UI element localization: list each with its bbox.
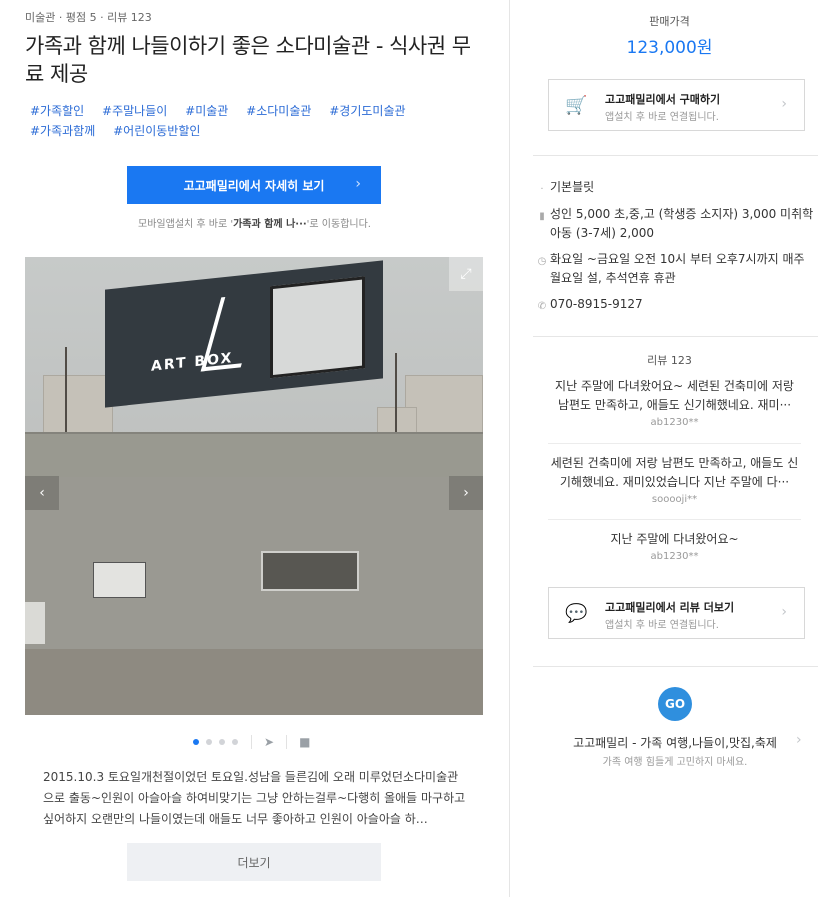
app-title[interactable]: 고고패밀리 - 가족 여행,나들이,맛집,축제 — [510, 734, 829, 751]
review-text: 세련된 건축미에 저랑 남편도 만족하고, 애들도 신기해했네요. 재미있었습니… — [550, 456, 799, 489]
review-text: 지난 주말에 다녀왔어요~ 세련된 건축미에 저랑 남편도 만족하고, 애들도 … — [555, 379, 794, 412]
sidebar: 판매가격 123,000원 🛒 고고패밀리에서 구매하기 앱설치 후 바로 연결… — [510, 0, 829, 897]
gallery-dot[interactable] — [206, 739, 212, 745]
view-details-label: 고고패밀리에서 자세히 보기 — [183, 178, 325, 193]
buy-button-subtitle: 앱설치 후 바로 연결됩니다. — [605, 112, 719, 123]
app-logo[interactable]: GO — [658, 687, 692, 721]
divider — [548, 519, 801, 520]
gallery-dot[interactable] — [232, 739, 238, 745]
gallery-dot[interactable] — [219, 739, 225, 745]
tag-link[interactable]: #가족과함께 — [30, 124, 95, 138]
more-reviews-subtitle: 앱설치 후 바로 연결됩니다. — [605, 620, 719, 631]
buy-button-title: 고고패밀리에서 구매하기 — [605, 93, 721, 106]
cta-note-title: 가족과 함께 나··· — [233, 219, 307, 230]
tag-link[interactable]: #주말나들이 — [102, 104, 167, 118]
next-arrow-icon[interactable]: › — [449, 476, 483, 510]
price-value: 123,000원 — [626, 38, 713, 58]
chevron-right-icon: › — [781, 604, 787, 620]
buy-button[interactable]: 🛒 고고패밀리에서 구매하기 앱설치 후 바로 연결됩니다. › — [548, 79, 805, 131]
info-item: ▮ 성인 5,000 초,중,고 (학생증 소지자) 3,000 미취학아동 (… — [536, 205, 816, 243]
chevron-right-icon[interactable]: › — [796, 732, 802, 748]
chevron-right-icon: › — [781, 96, 787, 112]
product-panel: 미술관 · 평점 5 · 리뷰 123 가족과 함께 나들이하기 좋은 소다미술… — [0, 0, 509, 897]
more-reviews-title: 고고패밀리에서 리뷰 더보기 — [605, 601, 735, 614]
chevron-right-icon: › — [355, 176, 361, 192]
review-user: ab1230** — [650, 551, 699, 562]
review-item[interactable]: 세련된 건축미에 저랑 남편도 만족하고, 애들도 신기해했네요. 재미있었습니… — [548, 454, 801, 505]
info-item: ✆ 070-8915-9127 — [536, 295, 816, 314]
tag-link[interactable]: #가족할인 — [30, 104, 84, 118]
divider — [533, 155, 818, 156]
review-item[interactable]: 지난 주말에 다녀왔어요~ ab1230** — [548, 530, 801, 562]
product-title: 가족과 함께 나들이하기 좋은 소다미술관 - 식사권 무료 제공 — [25, 34, 471, 86]
info-item: · 기본블릿 — [536, 178, 816, 197]
tag-link[interactable]: #어린이동반할인 — [113, 124, 200, 138]
prev-arrow-icon[interactable]: ‹ — [25, 476, 59, 510]
tag-link[interactable]: #경기도미술관 — [329, 104, 405, 118]
dot-icon: · — [540, 184, 544, 195]
info-item: ◷ 화요일 ~금요일 오전 10시 부터 오후7시까지 매주 월요일 설, 추석… — [537, 252, 805, 285]
clock-icon: ◷ — [537, 256, 547, 267]
tag-link[interactable]: #미술관 — [185, 104, 228, 118]
description-text: 2015.10.3 토요일개천절이었던 토요일.성남을 들른김에 오래 미루었던… — [43, 770, 466, 826]
cta-note: 모바일앱설치 후 바로 '가족과 함께 나···'로 이동합니다. — [138, 219, 371, 230]
view-details-button[interactable]: 고고패밀리에서 자세히 보기 › — [127, 166, 381, 204]
tag-list: #가족할인 #주말나들이 #미술관 #소다미술관 #경기도미술관 #가족과함께 … — [30, 101, 450, 141]
gallery-dot[interactable] — [193, 739, 199, 745]
price-label: 판매가격 — [649, 15, 690, 28]
more-button[interactable]: 더보기 — [127, 843, 381, 881]
photo-sign: ART BOX — [151, 350, 234, 375]
product-meta: 미술관 · 평점 5 · 리뷰 123 — [25, 11, 152, 24]
review-user: sooooji** — [651, 494, 698, 505]
video-icon[interactable]: ■ — [299, 735, 310, 749]
gallery-photo[interactable]: ART BOX ⤢ ‹ › — [25, 257, 483, 715]
more-reviews-button[interactable]: 💬 고고패밀리에서 리뷰 더보기 앱설치 후 바로 연결됩니다. › — [548, 587, 805, 639]
gallery-pagination: ➤ ■ — [193, 735, 322, 749]
review-item[interactable]: 지난 주말에 다녀왔어요~ 세련된 건축미에 저랑 남편도 만족하고, 애들도 … — [548, 377, 801, 428]
cart-icon: 🛒 — [565, 95, 588, 116]
reviews-label: 리뷰 123 — [647, 354, 692, 367]
tag-link[interactable]: #소다미술관 — [246, 104, 311, 118]
divider — [533, 336, 818, 337]
review-text: 지난 주말에 다녀왔어요~ — [610, 532, 739, 546]
phone-icon: ✆ — [537, 301, 547, 312]
person-icon: ▮ — [539, 211, 545, 222]
app-subtitle: 가족 여행 힘들게 고민하지 마세요. — [602, 757, 748, 768]
divider — [533, 666, 818, 667]
expand-icon[interactable]: ⤢ — [449, 257, 483, 291]
location-icon[interactable]: ➤ — [264, 735, 274, 749]
speech-bubble-icon: 💬 — [565, 603, 588, 624]
divider — [548, 443, 801, 444]
review-user: ab1230** — [650, 417, 699, 428]
